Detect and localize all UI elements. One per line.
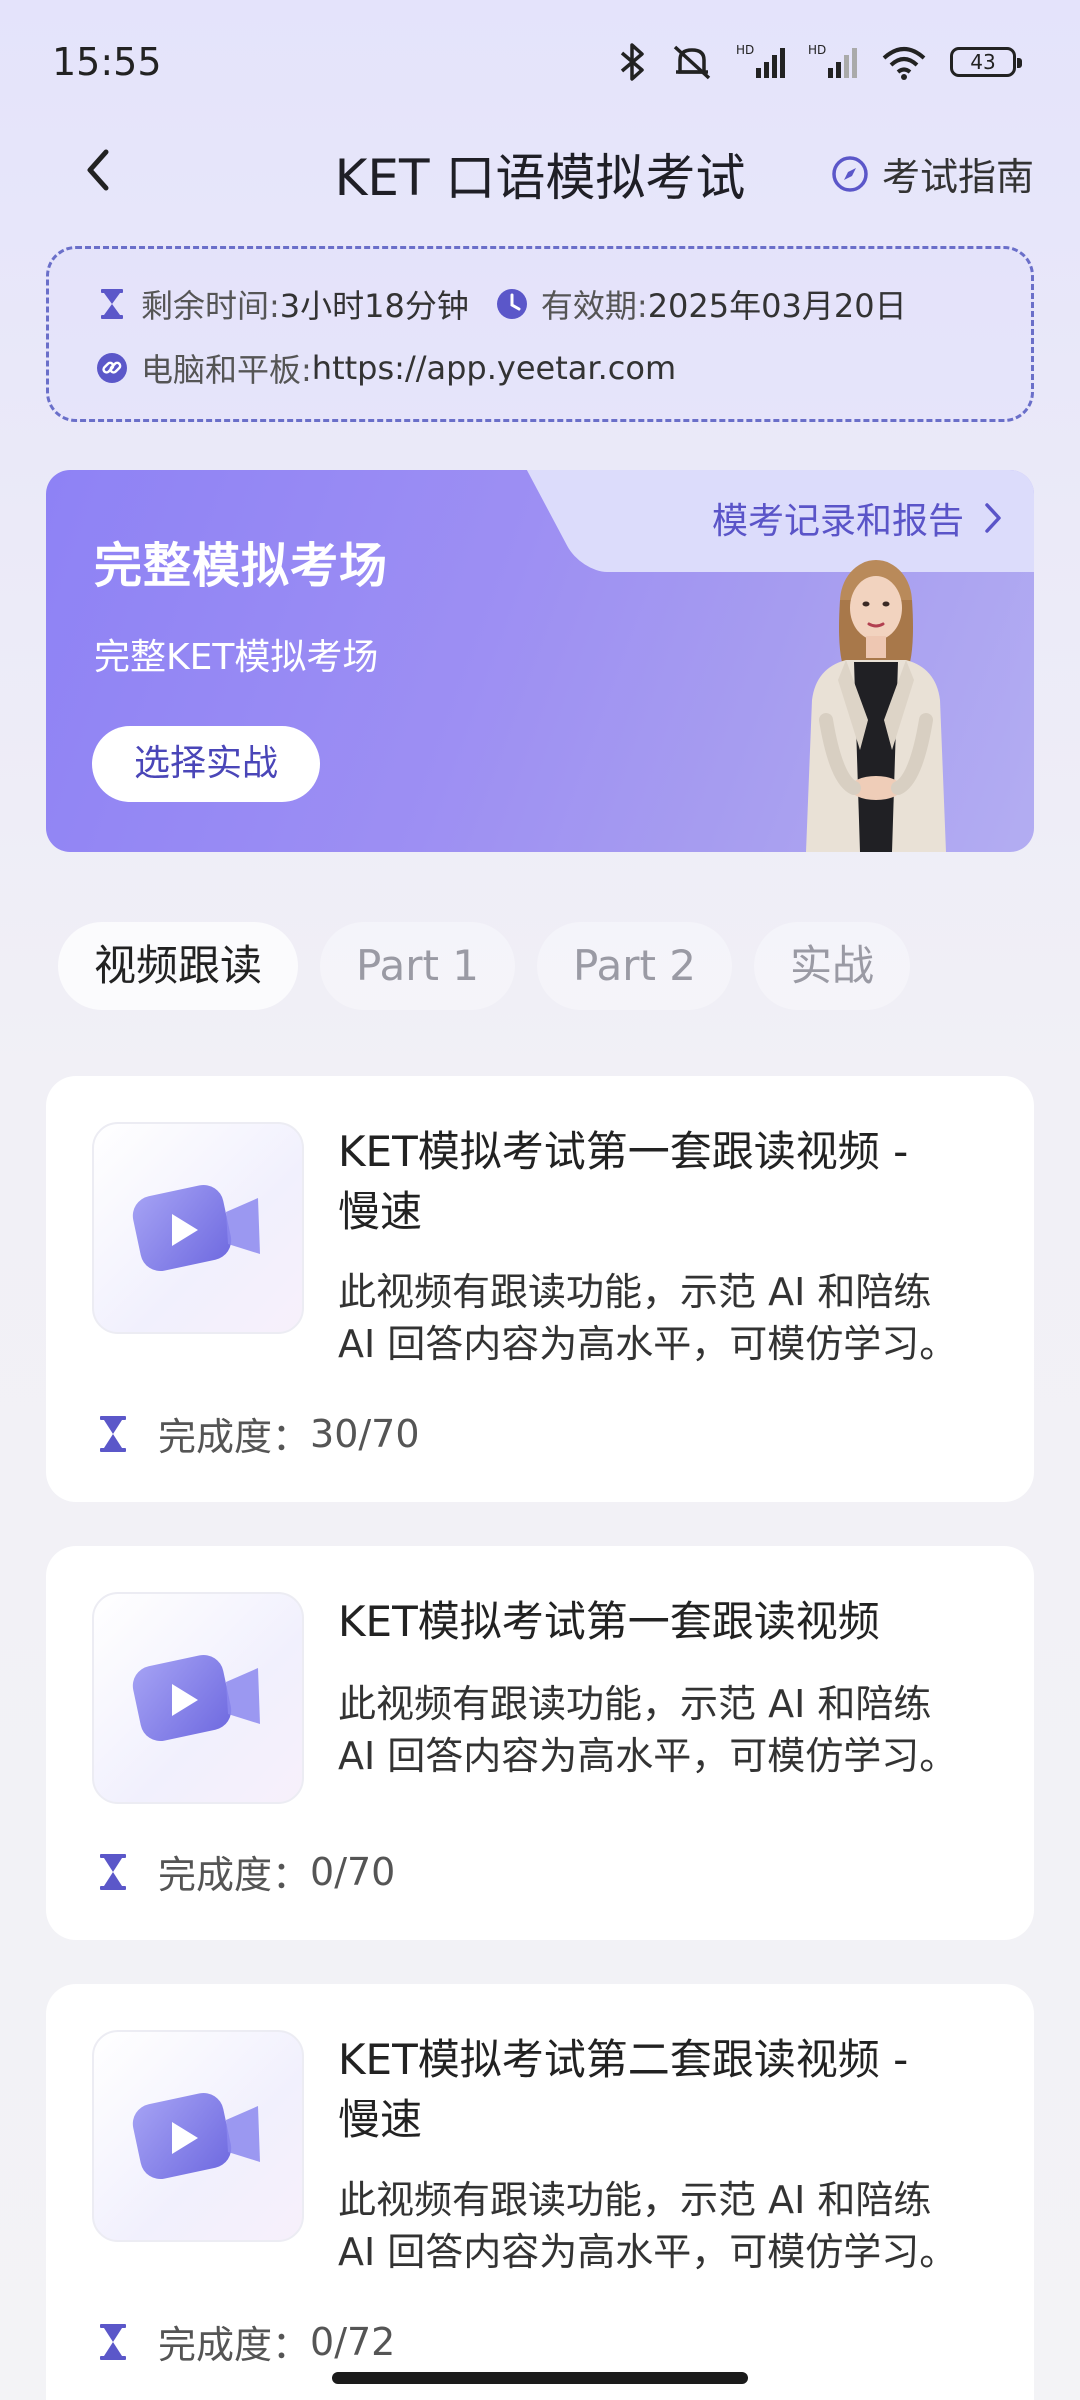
video-camera-icon: [132, 1654, 260, 1742]
exam-guide-button[interactable]: 考试指南: [830, 146, 1034, 201]
home-indicator[interactable]: [332, 2372, 748, 2384]
video-camera-icon: [132, 2092, 260, 2180]
completion-value: 0/72: [310, 2319, 396, 2364]
validity-value: 2025年03月20日: [647, 287, 907, 325]
signal-hd-icon-2: HD: [808, 43, 857, 78]
nav-bar: KET 口语模拟考试 考试指南: [0, 120, 1080, 220]
video-thumbnail: [92, 1122, 304, 1334]
completion-value: 0/70: [310, 1849, 396, 1894]
video-card[interactable]: KET模拟考试第一套跟读视频 此视频有跟读功能，示范 AI 和陪练 AI 回答内…: [46, 1546, 1034, 1940]
compass-icon: [832, 155, 868, 192]
completion-label: 完成度：: [158, 1415, 311, 1459]
select-practice-button[interactable]: 选择实战: [92, 726, 320, 802]
svg-text:HD: HD: [736, 43, 754, 57]
banner-subtitle: 完整KET模拟考场: [94, 637, 379, 678]
wifi-icon: [882, 47, 926, 80]
exam-info-box: 剩余时间: 3小时18分钟 有效期: 2025年03月20日 电脑和平板: ht…: [46, 246, 1034, 422]
completion-label: 完成度：: [158, 1853, 311, 1897]
bluetooth-icon: [620, 43, 644, 81]
chevron-right-icon: [985, 503, 1001, 533]
video-description: 此视频有跟读功能，示范 AI 和陪练 AI 回答内容为高水平，可模仿学习。: [338, 2178, 958, 2274]
status-icons: HD HD 43: [618, 40, 1022, 84]
instructor-avatar-illustration: [806, 560, 946, 852]
link-label: 电脑和平板:: [141, 351, 312, 389]
completion-progress: 完成度： 30/70: [96, 1406, 420, 1461]
battery-icon: 43: [950, 47, 1022, 77]
hourglass-icon: [100, 1415, 126, 1452]
tab-practice[interactable]: 实战: [754, 922, 911, 1010]
signal-hd-icon: HD: [736, 43, 785, 78]
link-icon: [95, 351, 129, 385]
completion-label: 完成度：: [158, 2323, 311, 2367]
video-thumbnail: [92, 2030, 304, 2242]
hourglass-icon: [95, 287, 129, 321]
tab-video-follow-read[interactable]: 视频跟读: [58, 922, 299, 1010]
svg-text:HD: HD: [808, 43, 826, 57]
video-thumbnail: [92, 1592, 304, 1804]
mute-icon: [673, 45, 711, 80]
records-label: 模考记录和报告: [711, 501, 964, 542]
tab-part-1[interactable]: Part 1: [320, 922, 516, 1010]
exam-guide-label: 考试指南: [881, 155, 1034, 199]
video-card[interactable]: KET模拟考试第一套跟读视频 - 慢速 此视频有跟读功能，示范 AI 和陪练 A…: [46, 1076, 1034, 1502]
clock-icon: [495, 287, 529, 321]
link-value[interactable]: https://app.yeetar.com: [312, 349, 676, 387]
hourglass-icon: [100, 2323, 126, 2360]
video-camera-icon: [132, 1184, 260, 1272]
video-card[interactable]: KET模拟考试第二套跟读视频 - 慢速 此视频有跟读功能，示范 AI 和陪练 A…: [46, 1984, 1034, 2400]
hourglass-icon: [100, 1853, 126, 1890]
remaining-label: 剩余时间:: [141, 287, 280, 325]
records-and-report-link[interactable]: 模考记录和报告: [712, 492, 1004, 544]
banner-title: 完整模拟考场: [94, 538, 389, 594]
status-time: 15:55: [52, 40, 162, 84]
remaining-value: 3小时18分钟: [279, 287, 469, 325]
info-row-link: 电脑和平板: https://app.yeetar.com: [95, 345, 676, 391]
video-title: KET模拟考试第二套跟读视频 - 慢速: [338, 2035, 909, 2144]
category-tabs: 视频跟读 Part 1 Part 2 实战: [58, 922, 911, 1010]
validity-label: 有效期:: [540, 287, 648, 325]
completion-value: 30/70: [310, 1411, 420, 1456]
video-description: 此视频有跟读功能，示范 AI 和陪练 AI 回答内容为高水平，可模仿学习。: [338, 1270, 958, 1366]
completion-progress: 完成度： 0/70: [96, 1844, 395, 1899]
full-mock-exam-banner[interactable]: 模考记录和报告 完整模拟考场 完整KET模拟考场 选择实战: [46, 470, 1034, 852]
video-title: KET模拟考试第一套跟读视频 - 慢速: [338, 1127, 909, 1236]
video-description: 此视频有跟读功能，示范 AI 和陪练 AI 回答内容为高水平，可模仿学习。: [338, 1682, 958, 1778]
status-bar: 15:55 HD HD 43: [0, 0, 1080, 120]
info-row-time: 剩余时间: 3小时18分钟 有效期: 2025年03月20日: [95, 281, 907, 327]
tab-part-2[interactable]: Part 2: [537, 922, 733, 1010]
completion-progress: 完成度： 0/72: [96, 2314, 395, 2369]
video-title: KET模拟考试第一套跟读视频: [338, 1597, 880, 1646]
